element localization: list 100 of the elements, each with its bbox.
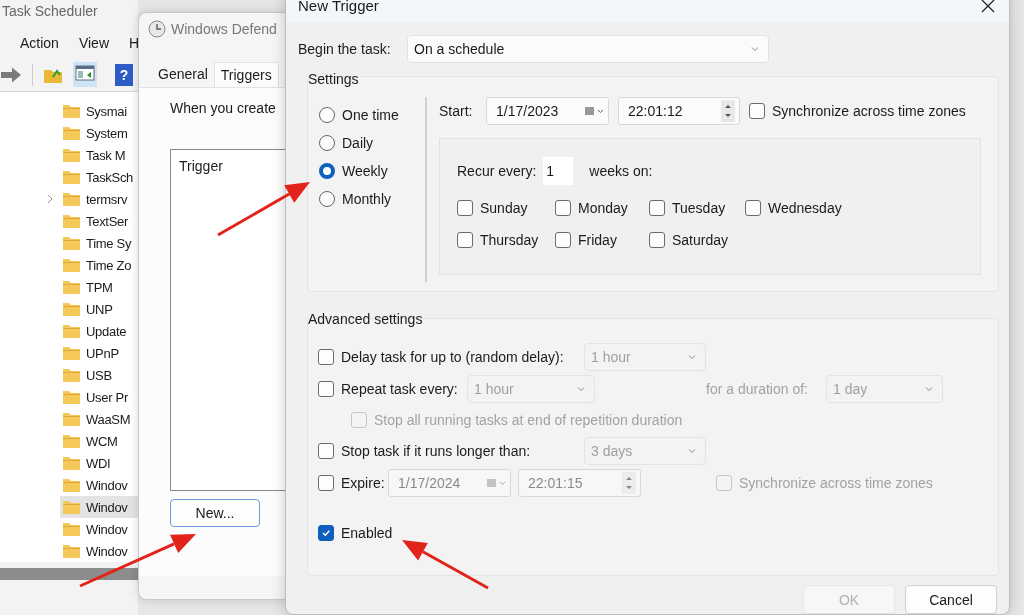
tree-item-label: TPM <box>86 279 113 295</box>
tree-item[interactable]: Update <box>0 320 138 342</box>
checkbox[interactable] <box>555 200 571 216</box>
calendar-icon <box>584 106 604 116</box>
checkbox-label: Stop task if it runs longer than: <box>341 443 531 459</box>
folder-icon <box>62 191 81 207</box>
tree-item[interactable]: TPM <box>0 276 138 298</box>
tree-item[interactable]: termsrv <box>0 188 138 210</box>
field-label: Start: <box>439 103 474 119</box>
folder-icon <box>62 125 81 141</box>
tree-item-label: Update <box>86 323 127 339</box>
tree-item-label: UNP <box>86 301 113 317</box>
folder-icon <box>62 389 81 405</box>
checkbox-label: Wednesday <box>768 200 842 216</box>
tree-item[interactable]: WDI <box>0 452 138 474</box>
checkbox[interactable] <box>749 103 765 119</box>
menu-item[interactable]: Action <box>20 35 59 51</box>
checkbox[interactable] <box>457 200 473 216</box>
trigger-list[interactable]: Trigger <box>170 149 285 491</box>
tree-item[interactable]: Windov <box>60 496 138 518</box>
tree-item[interactable]: Windov <box>0 474 138 496</box>
time-field[interactable]: 22:01:12 <box>618 97 740 125</box>
chevron-icon <box>750 44 760 54</box>
checkbox[interactable] <box>649 200 665 216</box>
description-text: When you create <box>170 100 277 116</box>
checkbox-label: Friday <box>578 232 617 248</box>
tree-item[interactable]: User Pr <box>0 386 138 408</box>
checkbox-label: Synchronize across time zones <box>772 103 966 119</box>
tree-item[interactable]: USB <box>0 364 138 386</box>
chevron-icon <box>924 384 934 394</box>
window-title: Task Scheduler <box>1 2 99 21</box>
radio-button[interactable] <box>319 163 335 179</box>
tree-item-label: WCM <box>86 433 118 449</box>
tree-item[interactable]: TaskSch <box>0 166 138 188</box>
tree-item[interactable]: UNP <box>0 298 138 320</box>
tree-item-label: Windov <box>86 521 128 537</box>
tab[interactable]: Triggers <box>213 62 279 87</box>
new-button[interactable]: New... <box>170 499 260 527</box>
folder-icon <box>62 499 81 515</box>
checkbox-label: Sunday <box>480 200 528 216</box>
checkbox-label: Stop all running tasks at end of repetition duration <box>374 412 683 428</box>
checkbox-label: Enabled <box>341 525 393 541</box>
chevron-icon <box>687 446 697 456</box>
field-label: for a duration of: <box>706 381 809 397</box>
tree-item[interactable]: Sysmai <box>0 100 138 122</box>
dialog-button[interactable]: Cancel <box>905 585 997 614</box>
number-field[interactable]: 1 <box>543 157 574 185</box>
tree-item-label: Windov <box>86 543 128 559</box>
group-label: Advanced settings <box>308 311 423 327</box>
check-icon <box>321 528 331 538</box>
checkbox[interactable] <box>649 232 665 248</box>
menu-item[interactable]: View <box>78 35 109 51</box>
date-field[interactable]: 1/17/2023 <box>486 97 609 125</box>
tree-item[interactable]: WCM <box>0 430 138 452</box>
tree-item[interactable]: Task M <box>0 144 138 166</box>
checkbox-label: Synchronize across time zones <box>739 475 933 491</box>
field-label: Begin the task: <box>298 41 392 57</box>
tree-item-label: System <box>86 125 128 141</box>
checkbox-label: Monday <box>578 200 628 216</box>
folder-icon <box>62 367 81 383</box>
help-icon[interactable]: ? <box>115 63 133 86</box>
folder-icon <box>62 543 81 559</box>
tree-item[interactable]: WaaSM <box>0 408 138 430</box>
dropdown[interactable]: On a schedule <box>407 35 769 63</box>
folder-icon <box>62 521 81 537</box>
tree-item-label: UPnP <box>86 345 119 361</box>
radio-button[interactable] <box>319 107 335 123</box>
tab[interactable]: General <box>152 62 214 87</box>
close-icon <box>981 0 995 13</box>
group-label: Settings <box>308 71 359 87</box>
tree-item[interactable]: System <box>0 122 138 144</box>
checkbox[interactable] <box>318 525 334 541</box>
tree-item[interactable]: TextSer <box>0 210 138 232</box>
tree-item[interactable]: UPnP <box>0 342 138 364</box>
tree-item[interactable]: Time Sy <box>0 232 138 254</box>
checkbox-label: Expire: <box>341 475 385 491</box>
checkbox[interactable] <box>457 232 473 248</box>
radio-button[interactable] <box>319 191 335 207</box>
checkbox[interactable] <box>745 200 761 216</box>
column-header: Trigger <box>179 158 223 174</box>
tree-item[interactable]: Time Zo <box>0 254 138 276</box>
radio-button[interactable] <box>319 135 335 151</box>
tree-item-label: Task M <box>86 147 126 163</box>
checkbox[interactable] <box>555 232 571 248</box>
radio-label: Weekly <box>342 163 388 179</box>
arrow-icon <box>0 65 22 84</box>
folder-icon <box>62 235 81 251</box>
folder-icon <box>62 279 81 295</box>
tree-item-label: TaskSch <box>86 169 134 185</box>
folder-icon <box>62 433 81 449</box>
field-label: weeks on: <box>589 163 653 179</box>
window-title: Windows Defend <box>139 13 285 45</box>
menu-item[interactable]: H <box>129 35 138 51</box>
tree-item[interactable]: Windov <box>0 518 138 540</box>
tree-item-label: Windov <box>86 477 128 493</box>
radio-label: One time <box>342 107 399 123</box>
scrollbar[interactable] <box>0 568 138 580</box>
tree-item-label: Windov <box>86 499 128 515</box>
tree-item[interactable]: Windov <box>0 540 138 562</box>
folder-icon <box>62 345 81 361</box>
